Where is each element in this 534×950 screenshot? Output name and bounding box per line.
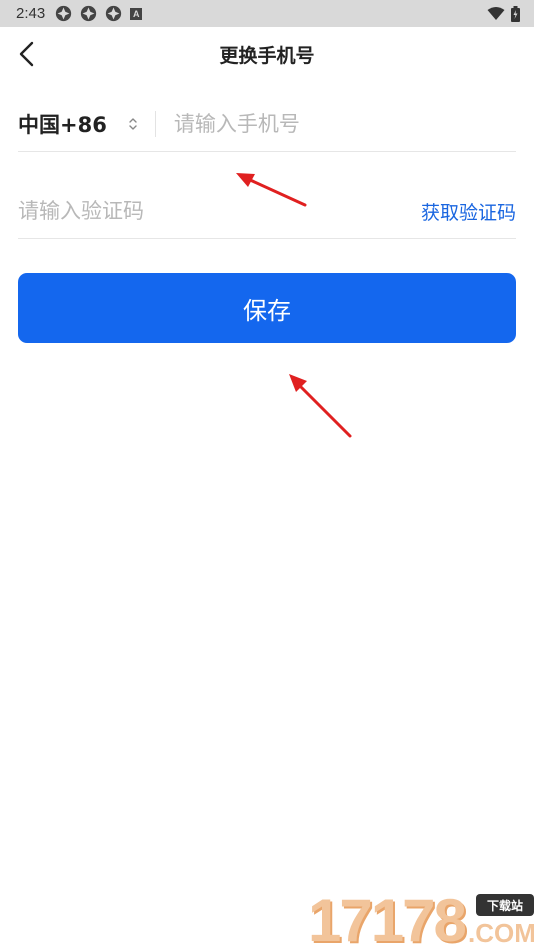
header: 更换手机号 [0, 27, 534, 81]
app-notification-icon [56, 5, 72, 22]
battery-icon [511, 5, 520, 22]
notification-icons: A [55, 5, 143, 22]
app-notification-icon [81, 5, 97, 22]
divider [154, 110, 156, 137]
get-code-button[interactable]: 获取验证码 [421, 198, 516, 225]
status-left: 2:43 A [16, 5, 143, 22]
screen: 2:43 A 更换手机号 中国+86 请输入手机号 请输入验证码 获取验证码 保… [0, 0, 534, 950]
keyboard-a-icon: A [130, 7, 143, 20]
phone-row: 中国+86 [18, 96, 516, 152]
up-down-chevron-icon[interactable] [127, 116, 139, 132]
verification-code-row: 获取验证码 [18, 184, 516, 239]
save-button[interactable]: 保存 [18, 273, 516, 343]
watermark-suffix: .COM [468, 918, 534, 948]
wifi-icon [487, 6, 505, 20]
app-notification-icon [106, 5, 122, 22]
status-time: 2:43 [16, 5, 46, 22]
status-bar: 2:43 A [0, 0, 534, 27]
status-right [487, 5, 520, 22]
watermark-badge: 下载站 [476, 894, 534, 916]
verification-code-input[interactable] [18, 199, 318, 223]
watermark-digits: 17178 [308, 887, 467, 950]
phone-number-input[interactable] [173, 111, 494, 136]
site-watermark: 17178 下载站 .COM [308, 886, 534, 950]
annotation-arrow-2 [289, 374, 352, 438]
country-code-selector[interactable]: 中国+86 [18, 109, 107, 139]
page-title: 更换手机号 [219, 45, 315, 67]
